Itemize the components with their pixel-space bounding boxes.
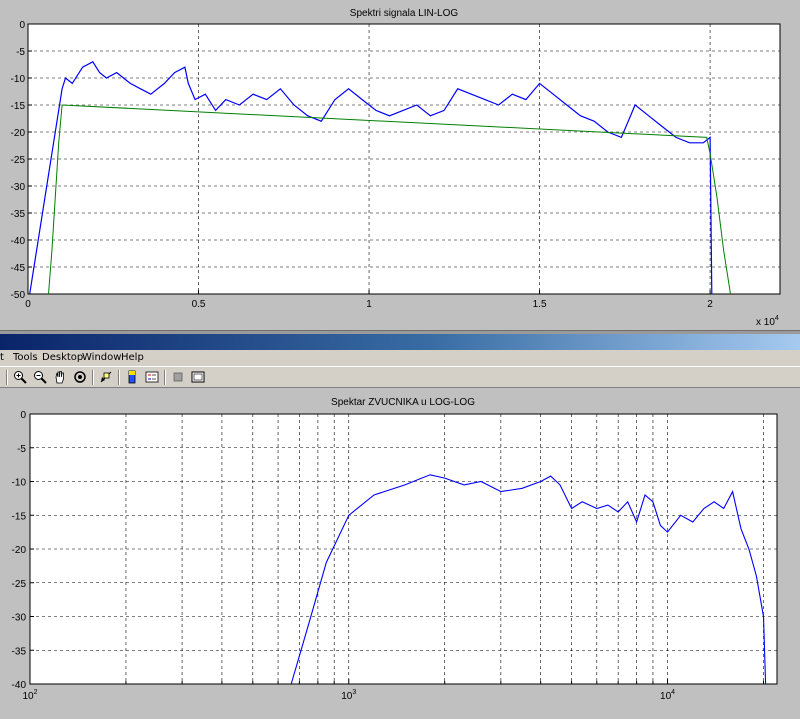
- top-spectrum-chart: Spektri signala LIN-LOG 0 -5 -10 -15 -20 -25 -…: [11, 8, 781, 328]
- y-tick-label: -10: [11, 74, 26, 85]
- y-tick-label: -25: [12, 579, 27, 590]
- figure-toolbar: [0, 366, 800, 388]
- rotate-icon[interactable]: [71, 369, 88, 385]
- y-tick-label: -20: [11, 128, 26, 139]
- x-tick-label: 1.5: [533, 299, 547, 310]
- y-tick-label: -40: [12, 680, 27, 691]
- y-tick-label: -25: [11, 155, 26, 166]
- y-tick-label: -5: [17, 444, 26, 455]
- window-titlebar: [0, 334, 800, 350]
- y-tick-label: -30: [11, 182, 26, 193]
- toolbar-separator: [92, 370, 94, 385]
- toolbar-separator: [164, 370, 166, 385]
- toolbar-separator: [118, 370, 120, 385]
- x-tick-label: 0: [25, 299, 31, 310]
- menu-item-tools[interactable]: Tools: [13, 350, 38, 366]
- zoom-out-icon[interactable]: [31, 369, 48, 385]
- pan-icon[interactable]: [51, 369, 68, 385]
- top-chart-title: Spektri signala LIN-LOG: [350, 8, 459, 19]
- menu-item-desktop[interactable]: Desktop: [42, 350, 83, 366]
- y-tick-label: 0: [19, 20, 25, 31]
- y-tick-label: -35: [12, 646, 27, 657]
- bottom-spectrum-chart: Spektar ZVUCNIKA u LOG-LOG 0 -5 -10 -15 -20 -…: [12, 397, 778, 702]
- y-tick-label: 0: [20, 410, 26, 421]
- x-tick-label: 1: [366, 299, 372, 310]
- y-tick-label: -15: [12, 511, 27, 522]
- y-tick-label: -20: [12, 545, 27, 556]
- top-x-multiplier: x 104: [756, 315, 779, 328]
- y-tick-label: -15: [11, 101, 26, 112]
- bottom-chart-title: Spektar ZVUCNIKA u LOG-LOG: [331, 397, 475, 408]
- menu-item-window[interactable]: Window: [82, 350, 121, 366]
- y-tick-label: -45: [11, 263, 26, 274]
- menu-item-help[interactable]: Help: [121, 350, 144, 366]
- x-tick-label: 0.5: [192, 299, 206, 310]
- x-tick-label: 103: [341, 689, 356, 702]
- top-plot-area: [27, 23, 781, 295]
- menu-bar: t Tools Desktop Window Help: [0, 350, 800, 366]
- colorbar-icon[interactable]: [123, 369, 140, 385]
- y-tick-label: -50: [11, 290, 26, 301]
- x-tick-label: 104: [660, 689, 675, 702]
- toolbar-separator: [6, 370, 8, 385]
- y-tick-label: -40: [11, 236, 26, 247]
- y-tick-label: -5: [16, 47, 25, 58]
- menu-item-partial[interactable]: t: [0, 350, 4, 366]
- zoom-in-icon[interactable]: [11, 369, 28, 385]
- legend-icon[interactable]: [143, 369, 160, 385]
- y-tick-label: -10: [12, 478, 27, 489]
- x-tick-label: 102: [22, 689, 37, 702]
- data-cursor-icon[interactable]: [97, 369, 114, 385]
- show-plot-tools-icon[interactable]: [189, 369, 206, 385]
- x-tick-label: 2: [707, 299, 713, 310]
- hide-plot-tools-icon[interactable]: [169, 369, 186, 385]
- y-tick-label: -30: [12, 613, 27, 624]
- y-tick-label: -35: [11, 209, 26, 220]
